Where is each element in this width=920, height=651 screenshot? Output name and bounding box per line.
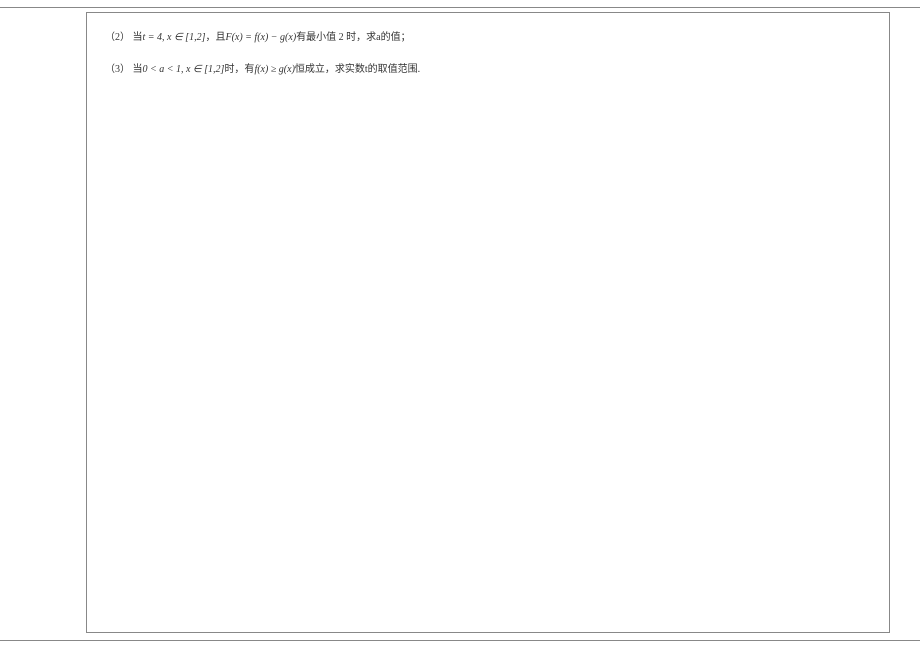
p2-label: （2）	[105, 32, 130, 43]
problem-2: （2） 当t = 4, x ∈ [1,2]，且F(x) = f(x) − g(x…	[105, 27, 871, 49]
p3-text-mid: 时，有	[224, 64, 254, 75]
p3-condition: 0 < a < 1, x ∈ [1,2]	[143, 64, 225, 75]
p3-tail: 恒成立，求实数t的取值范围.	[295, 64, 420, 75]
p3-label: （3）	[105, 64, 130, 75]
p2-text-2: ，且	[205, 32, 225, 43]
content-area: （2） 当t = 4, x ∈ [1,2]，且F(x) = f(x) − g(x…	[87, 13, 889, 105]
page-inner-box: （2） 当t = 4, x ∈ [1,2]，且F(x) = f(x) − g(x…	[86, 12, 890, 633]
p3-text-1: 当	[133, 64, 143, 75]
p2-tail: 有最小值 2 时，求a的值；	[296, 32, 410, 43]
p2-condition: t = 4, x ∈ [1,2]	[143, 32, 206, 43]
p2-formula: F(x) = f(x) − g(x)	[225, 32, 296, 43]
problem-3: （3） 当0 < a < 1, x ∈ [1,2]时，有f(x) ≥ g(x)恒…	[105, 59, 871, 81]
p2-text-1: 当	[133, 32, 143, 43]
p3-formula: f(x) ≥ g(x)	[254, 64, 294, 75]
